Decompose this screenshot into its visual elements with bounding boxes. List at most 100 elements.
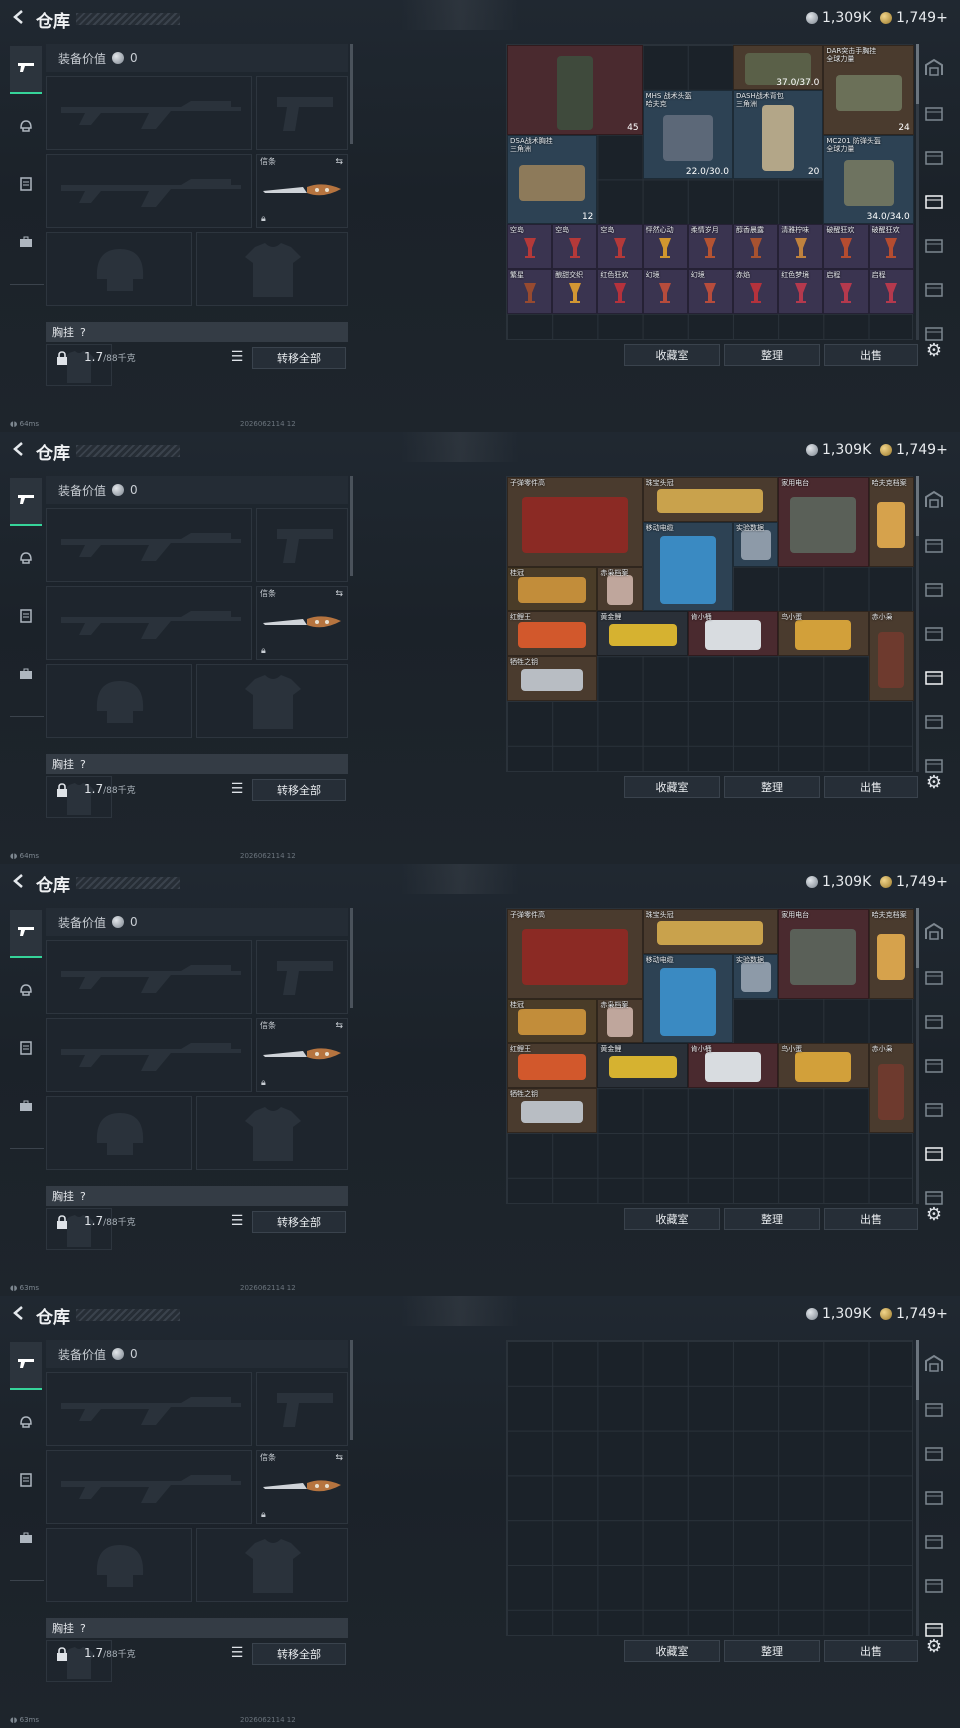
red-carp-item[interactable]: 红鲤王 — [507, 611, 598, 657]
drink-item[interactable]: 幻境 — [642, 269, 688, 314]
stash-tab-1[interactable] — [920, 104, 948, 130]
red-owl-item[interactable]: 赤小枭 — [868, 1043, 914, 1133]
chest-rig-item[interactable]: 37.0/37.0 — [733, 45, 824, 90]
melee-slot[interactable]: 信条 ⇆ 🔒︎ — [256, 1450, 348, 1524]
laurel-item[interactable]: 桂冠 — [507, 566, 598, 612]
primary-weapon-slot[interactable] — [46, 508, 252, 582]
laurel-item[interactable]: 桂冠 — [507, 998, 598, 1044]
tab-armor[interactable] — [10, 1400, 42, 1448]
drink-item[interactable]: 酿甜交织 — [552, 269, 598, 314]
stash-tab-2[interactable] — [920, 148, 948, 174]
stash-tab-4[interactable] — [920, 668, 948, 694]
settings-gear-icon[interactable]: ⚙ — [922, 1204, 946, 1228]
back-arrow-icon[interactable] — [10, 8, 28, 26]
pistol-slot[interactable] — [256, 76, 348, 150]
swap-icon[interactable]: ⇆ — [335, 1453, 343, 1463]
stash-tab-4[interactable] — [920, 1100, 948, 1126]
list-icon[interactable]: ☰ — [228, 1212, 246, 1230]
mobile-cable-item[interactable]: 移动电缆 — [642, 953, 733, 1044]
collection-button[interactable]: 收藏室 — [624, 1208, 720, 1230]
transfer-all-button[interactable]: 转移全部 — [252, 1211, 346, 1233]
drink-item[interactable]: 空岛 — [552, 224, 598, 269]
golden-carp-item[interactable]: 黄金鲤 — [597, 1043, 688, 1089]
dsa-chest-rig-item[interactable]: DSA战术胸挂 三角洲 12 — [507, 134, 598, 225]
bullet-parts-item[interactable]: 子弹零件高 — [507, 909, 643, 999]
tab-armor[interactable] — [10, 104, 42, 152]
stash-tab-4[interactable] — [920, 1532, 948, 1558]
drink-item[interactable]: 清雅柠味 — [778, 224, 824, 269]
drink-item[interactable]: 繁星 — [507, 269, 553, 314]
transfer-all-button[interactable]: 转移全部 — [252, 347, 346, 369]
gold-currency[interactable]: 1,749+ — [880, 874, 948, 890]
secondary-weapon-slot[interactable] — [46, 1450, 252, 1524]
drink-item[interactable]: 柔情岁月 — [687, 224, 733, 269]
tab-bag[interactable] — [10, 652, 42, 700]
stash-tab-3[interactable] — [920, 624, 948, 650]
stash-tab-all[interactable] — [920, 922, 948, 948]
collection-button[interactable]: 收藏室 — [624, 344, 720, 366]
transfer-all-button[interactable]: 转移全部 — [252, 779, 346, 801]
pistol-slot[interactable] — [256, 1372, 348, 1446]
dash-backpack-item[interactable]: DASH战术背包 三角洲 20 — [733, 89, 824, 180]
drink-item[interactable]: 幻境 — [687, 269, 733, 314]
settings-gear-icon[interactable]: ⚙ — [922, 1636, 946, 1660]
mobile-cable-item[interactable]: 移动电缆 — [642, 521, 733, 612]
drink-item[interactable]: 赤焰 — [733, 269, 779, 314]
tab-bag[interactable] — [10, 220, 42, 268]
stash-tab-3[interactable] — [920, 1056, 948, 1082]
primary-weapon-slot[interactable] — [46, 940, 252, 1014]
organize-button[interactable]: 整理 — [724, 344, 820, 366]
transfer-all-button[interactable]: 转移全部 — [252, 1643, 346, 1665]
experiment-data-item[interactable]: 实验数据 — [733, 521, 779, 567]
primary-weapon-slot[interactable] — [46, 76, 252, 150]
sell-button[interactable]: 出售 — [824, 1208, 918, 1230]
stash-tab-2[interactable] — [920, 580, 948, 606]
pistol-slot[interactable] — [256, 940, 348, 1014]
helmet-slot[interactable] — [46, 1096, 192, 1170]
back-arrow-icon[interactable] — [10, 440, 28, 458]
list-icon[interactable]: ☰ — [228, 1644, 246, 1662]
bird-egg-item[interactable]: 鸟小蛋 — [778, 611, 869, 657]
help-icon[interactable]: ? — [80, 326, 86, 339]
tab-armor[interactable] — [10, 536, 42, 584]
mhs-helmet-item[interactable]: MHS 战术头盔 哈夫克 22.0/30.0 — [642, 89, 733, 180]
drink-item[interactable]: 红色梦境 — [778, 269, 824, 314]
red-carp-item[interactable]: 红鲤王 — [507, 1043, 598, 1089]
sell-button[interactable]: 出售 — [824, 1640, 918, 1662]
home-radio-item[interactable]: 家用电台 — [778, 909, 869, 999]
swap-icon[interactable]: ⇆ — [335, 589, 343, 599]
drink-item[interactable]: 破醒狂欢 — [823, 224, 869, 269]
back-arrow-icon[interactable] — [10, 1304, 28, 1322]
tab-weapons[interactable] — [10, 46, 42, 94]
equipment-scrollbar[interactable] — [350, 908, 353, 1008]
drink-item[interactable]: 怦然心动 — [642, 224, 688, 269]
sacrifice-key-item[interactable]: 牺牲之钥 — [507, 656, 598, 701]
secondary-weapon-slot[interactable] — [46, 154, 252, 228]
helmet-slot[interactable] — [46, 232, 192, 306]
equipment-scrollbar[interactable] — [350, 44, 353, 144]
equipment-scrollbar[interactable] — [350, 1340, 353, 1440]
melee-slot[interactable]: 信条 ⇆ 🔒︎ — [256, 1018, 348, 1092]
tab-gear[interactable] — [10, 1458, 42, 1506]
jeweled-crown-item[interactable]: 珠宝头冠 — [642, 477, 779, 522]
dar-chest-rig-item[interactable]: DAR突击手胸挂 全球力量 24 — [823, 45, 914, 135]
experiment-data-item[interactable]: 实验数据 — [733, 953, 779, 999]
drink-item[interactable]: 醇香晨露 — [733, 224, 779, 269]
sell-button[interactable]: 出售 — [824, 776, 918, 798]
tab-gear[interactable] — [10, 594, 42, 642]
tactical-vest-item[interactable]: 45 — [507, 45, 643, 135]
tab-bag[interactable] — [10, 1516, 42, 1564]
collection-button[interactable]: 收藏室 — [624, 776, 720, 798]
stash-tab-5[interactable] — [920, 712, 948, 738]
melee-slot[interactable]: 信条 ⇆ 🔒︎ — [256, 586, 348, 660]
secondary-weapon-slot[interactable] — [46, 586, 252, 660]
stash-tab-2[interactable] — [920, 1444, 948, 1470]
red-owl-item[interactable]: 赤小枭 — [868, 611, 914, 701]
drink-item[interactable]: 破醒狂欢 — [868, 224, 914, 269]
stash-tab-2[interactable] — [920, 1012, 948, 1038]
lock-icon[interactable] — [56, 783, 68, 797]
drink-item[interactable]: 空岛 — [597, 224, 643, 269]
stash-tab-4[interactable] — [920, 236, 948, 262]
owl-archive-item[interactable]: 赤枭档案 — [597, 998, 643, 1044]
organize-button[interactable]: 整理 — [724, 1208, 820, 1230]
